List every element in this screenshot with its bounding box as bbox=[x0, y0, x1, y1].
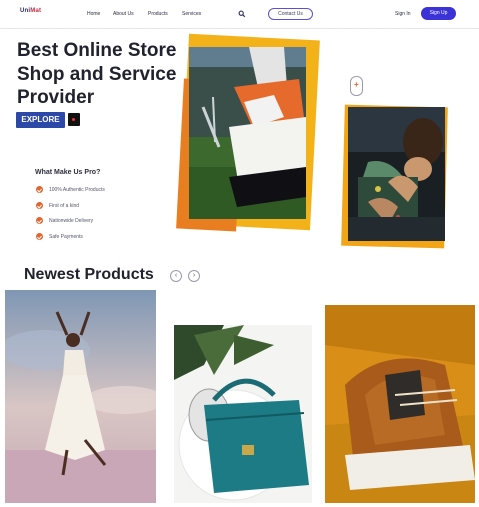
navbar: UniMat Home About Us Products Services C… bbox=[0, 0, 479, 29]
carousel-next-button[interactable]: › bbox=[188, 270, 200, 282]
nav-link-products[interactable]: Products bbox=[148, 11, 168, 17]
explore-button[interactable]: EXPLORE bbox=[16, 112, 65, 128]
hero-sneaker-image bbox=[189, 47, 306, 219]
check-icon bbox=[36, 217, 43, 224]
newest-products-title: Newest Products bbox=[24, 266, 154, 283]
nav-link-services[interactable]: Services bbox=[182, 11, 201, 17]
product-card-sneaker[interactable] bbox=[325, 305, 475, 503]
brand-name-part1: Uni bbox=[20, 8, 31, 14]
chevron-right-icon: › bbox=[192, 272, 196, 279]
contact-us-button[interactable]: Contact Us bbox=[268, 8, 313, 20]
check-icon bbox=[36, 233, 43, 240]
play-button[interactable] bbox=[68, 113, 80, 126]
hero-tech-image bbox=[348, 107, 445, 241]
product-card-handbag[interactable] bbox=[174, 325, 312, 503]
nav-link-home[interactable]: Home bbox=[87, 11, 100, 17]
search-icon[interactable] bbox=[238, 10, 246, 18]
pro-item-label: Safe Payments bbox=[49, 234, 83, 240]
check-icon bbox=[36, 202, 43, 209]
add-button[interactable] bbox=[350, 76, 363, 96]
brand-logo[interactable]: UniMat bbox=[20, 8, 41, 14]
chevron-left-icon: ‹ bbox=[174, 272, 178, 279]
pro-item-label: First of a kind bbox=[49, 203, 80, 209]
nav-link-about[interactable]: About Us bbox=[113, 11, 134, 17]
pro-item-label: 100% Authentic Products bbox=[49, 187, 105, 193]
check-icon bbox=[36, 186, 43, 193]
carousel-prev-button[interactable]: ‹ bbox=[170, 270, 182, 282]
product-card-dress[interactable] bbox=[5, 290, 156, 503]
sign-up-button[interactable]: Sign Up bbox=[421, 7, 456, 20]
play-icon bbox=[72, 118, 75, 121]
pro-item-label: Nationwide Delivery bbox=[49, 218, 94, 224]
sign-in-link[interactable]: Sign In bbox=[395, 11, 411, 17]
brand-name-part2: Mat bbox=[30, 8, 42, 14]
pro-section-title: What Make Us Pro? bbox=[35, 169, 101, 176]
hero-title: Best Online Store Shop and Service Provi… bbox=[17, 40, 177, 108]
